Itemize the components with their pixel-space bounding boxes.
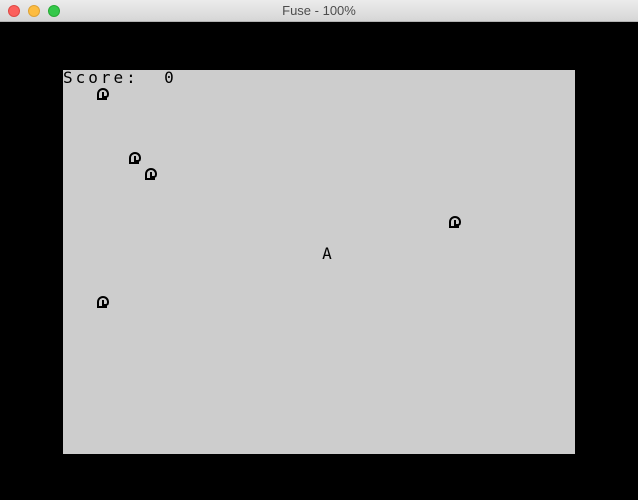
player-character: A bbox=[322, 244, 332, 263]
enemy-sprite-icon bbox=[129, 152, 141, 164]
enemy-sprite-icon bbox=[449, 216, 461, 228]
game-screen[interactable]: Score: 0 A bbox=[63, 70, 575, 454]
enemy-sprite-icon bbox=[97, 296, 109, 308]
score-display: Score: 0 bbox=[63, 68, 177, 87]
enemy-sprite-icon bbox=[145, 168, 157, 180]
enemy-sprite-icon bbox=[97, 88, 109, 100]
window-title: Fuse - 100% bbox=[282, 3, 356, 18]
emulator-window: Fuse - 100% Score: 0 A bbox=[0, 0, 638, 500]
title-bar[interactable]: Fuse - 100% bbox=[0, 0, 638, 22]
